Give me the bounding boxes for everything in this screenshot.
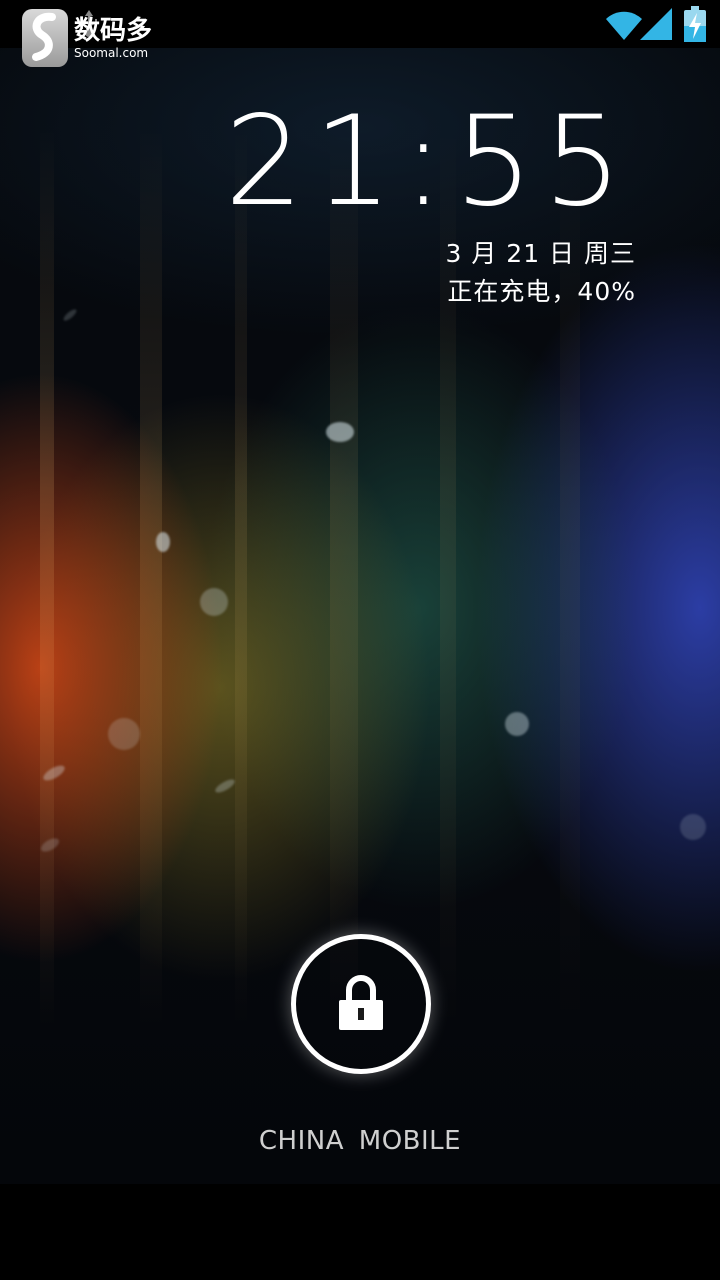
- carrier-label: CHINA MOBILE: [258, 1126, 462, 1156]
- bokeh-dot: [213, 777, 237, 795]
- bokeh-dot: [326, 422, 354, 442]
- lock-screen: 数码多 Soomal.com 21:55 3 月 21 日 周三 正在充电，40…: [0, 0, 720, 1280]
- navigation-bar: [0, 1184, 720, 1280]
- signal-icon: [640, 8, 672, 40]
- lock-icon: [339, 975, 383, 1030]
- wifi-icon: [606, 11, 642, 40]
- watermark-brand-en: Soomal.com: [74, 45, 149, 60]
- charging-status: 正在充电，40%: [447, 277, 636, 306]
- watermark-text: 数码多 Soomal.com: [74, 18, 152, 59]
- bokeh-dot: [505, 712, 529, 736]
- bokeh-dot: [61, 307, 79, 323]
- date-label: 3 月 21 日 周三: [445, 239, 636, 268]
- bokeh-dot: [108, 718, 140, 750]
- wallpaper-streak: [140, 128, 162, 1028]
- clock-time: 21:55: [224, 90, 632, 234]
- battery-charging-icon: [684, 6, 706, 42]
- unlock-button[interactable]: [291, 934, 431, 1074]
- wallpaper-streak: [40, 128, 54, 1028]
- wallpaper-streak: [330, 128, 358, 1028]
- watermark-brand-cn: 数码多: [74, 15, 153, 46]
- bokeh-dot: [680, 814, 706, 840]
- bokeh-dot: [156, 532, 170, 552]
- bokeh-dot: [200, 588, 228, 616]
- watermark-logo: [22, 9, 68, 67]
- wallpaper-streak: [235, 128, 247, 1028]
- watermark-logo-icon: [32, 12, 56, 61]
- watermark: 数码多 Soomal.com: [22, 6, 152, 70]
